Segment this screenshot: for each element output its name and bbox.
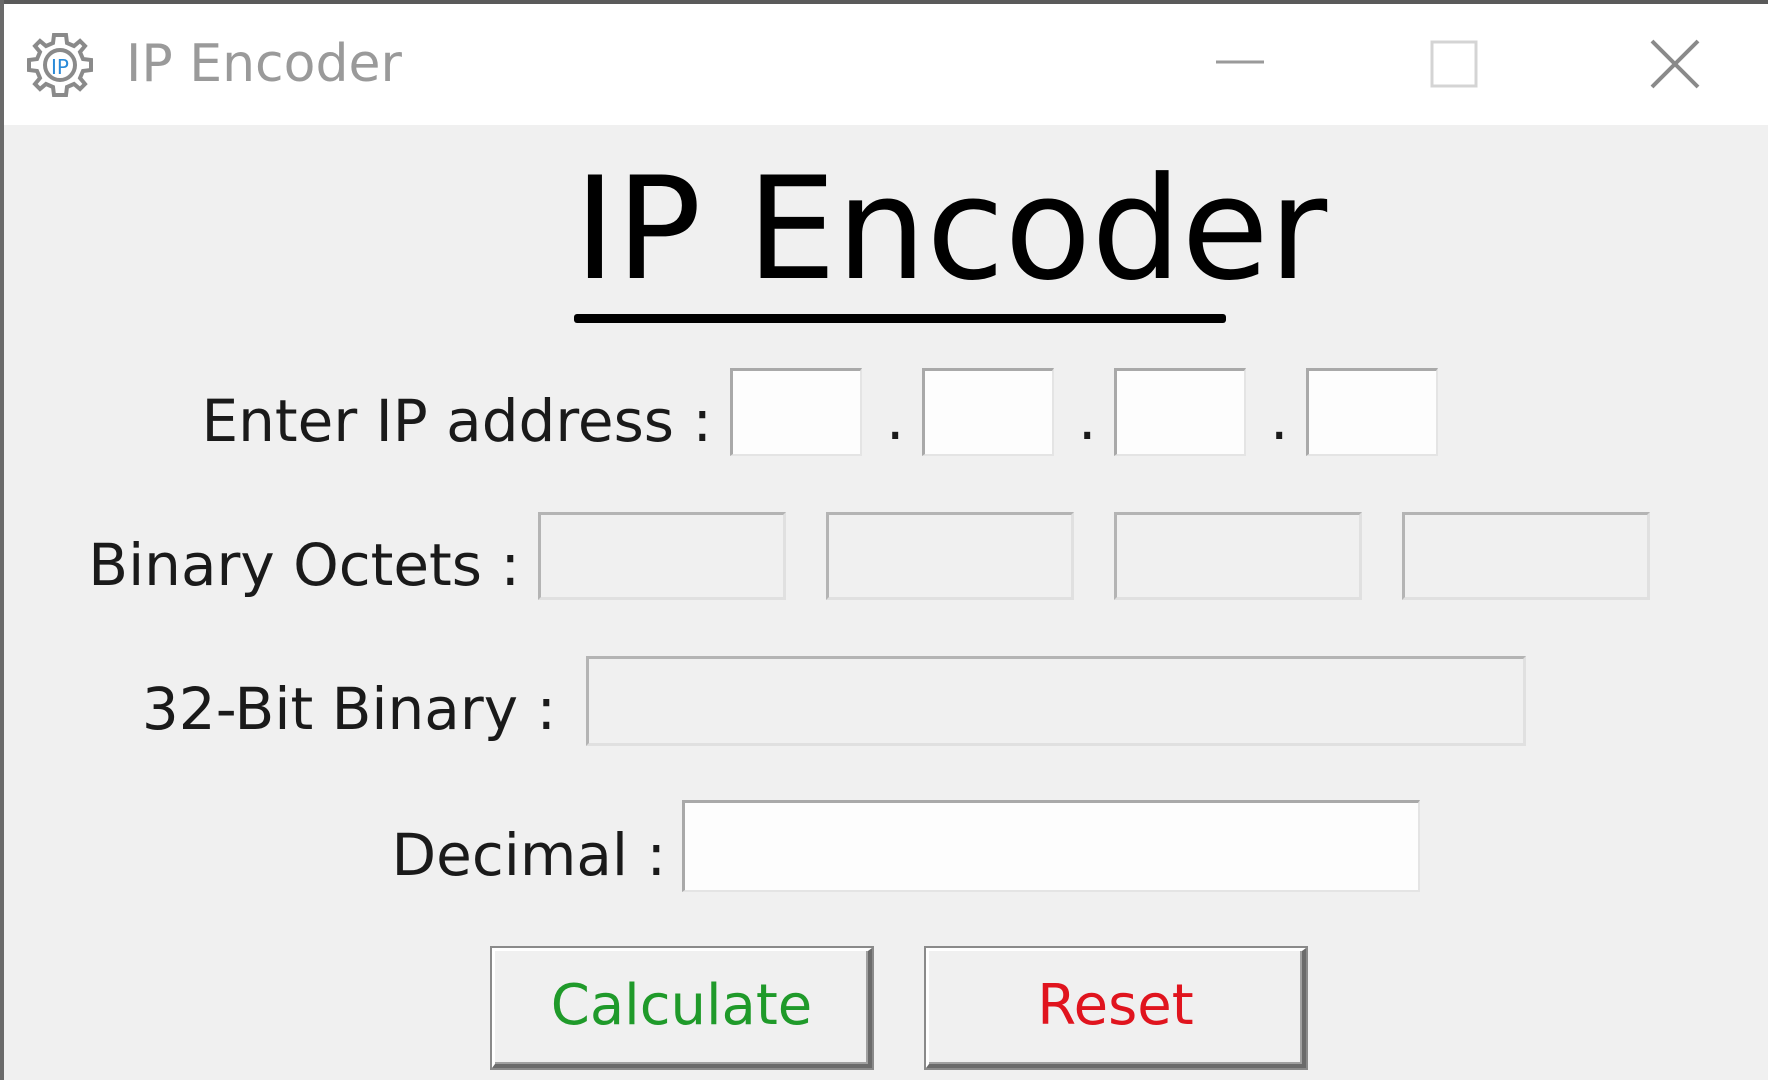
close-icon [1650,39,1700,89]
ip-octet-3-input[interactable] [1114,368,1246,456]
svg-text:IP: IP [51,55,69,79]
decimal-input[interactable] [682,800,1420,892]
ip-octet-4-input[interactable] [1306,368,1438,456]
maximize-button[interactable] [1374,4,1534,125]
binary-octets-label: Binary Octets : [88,531,520,599]
reset-button-label: Reset [1037,973,1194,1038]
ip-octet-2-input[interactable] [922,368,1054,456]
ip-separator: . [1270,385,1289,453]
binary-octet-2-output [826,512,1074,600]
ip-separator: . [1078,385,1097,453]
app-window: IP IP Encoder IP Encoder Enter IP addres… [0,0,1768,1080]
binary-octet-3-output [1114,512,1362,600]
gear-icon: IP [24,29,96,101]
binary-octet-4-output [1402,512,1650,600]
title-bar[interactable]: IP IP Encoder [4,4,1768,125]
ip-address-label: Enter IP address : [201,387,712,455]
minimize-button[interactable] [1160,4,1320,125]
calculate-button[interactable]: Calculate [492,948,872,1068]
close-button[interactable] [1594,4,1754,125]
binary32-output [586,656,1526,746]
maximize-icon [1430,40,1478,88]
title-underline [574,314,1226,323]
decimal-label: Decimal : [391,821,666,889]
minimize-icon [1216,60,1264,64]
ip-separator: . [886,385,905,453]
ip-octet-1-input[interactable] [730,368,862,456]
window-title: IP Encoder [126,34,402,94]
binary32-label: 32-Bit Binary : [141,675,556,743]
page-title: IP Encoder [574,147,1328,312]
reset-button[interactable]: Reset [926,948,1306,1068]
calculate-button-label: Calculate [550,973,813,1038]
binary-octet-1-output [538,512,786,600]
